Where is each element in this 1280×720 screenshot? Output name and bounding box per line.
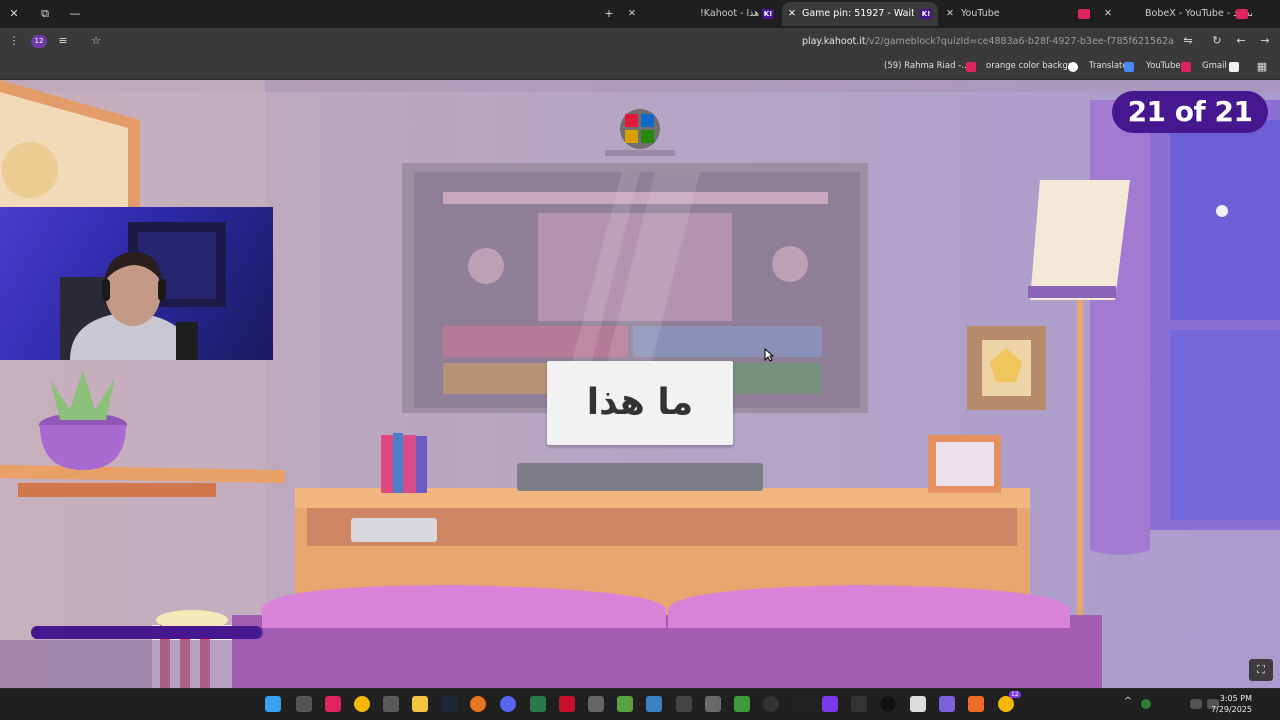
close-window-icon[interactable]: ✕	[6, 6, 22, 22]
minecraft-icon[interactable]	[617, 696, 633, 712]
store-icon[interactable]	[383, 696, 399, 712]
streamer-video	[60, 222, 226, 360]
extension-badge[interactable]: 12	[31, 35, 47, 48]
gmail-icon	[1229, 62, 1239, 72]
reload-icon[interactable]: ↻	[1209, 33, 1225, 49]
steam-icon[interactable]	[441, 696, 457, 712]
mouse-cursor-icon	[764, 348, 774, 362]
mic-icon[interactable]	[1141, 699, 1151, 709]
unreal-engine-icon[interactable]	[880, 696, 896, 712]
red-tile	[625, 114, 638, 127]
tab-strip: ✕ ⧉ — + ✕ !Kahoot - ما هذا K! ✕ Game pin…	[0, 0, 1280, 28]
youtube-icon	[1181, 62, 1191, 72]
app-icon[interactable]	[588, 696, 604, 712]
close-tab-icon[interactable]: ✕	[1102, 2, 1114, 26]
green-tile	[641, 130, 654, 143]
tab-bobex[interactable]: ✕ BobeX - YouTube - محمد	[1100, 2, 1252, 26]
windows-taskbar	[0, 688, 1280, 720]
app-icon[interactable]	[822, 696, 838, 712]
bookmark-gmail[interactable]: Gmail	[1202, 61, 1227, 71]
chrome-icon[interactable]	[354, 696, 370, 712]
app-icon[interactable]	[968, 696, 984, 712]
network-icon[interactable]	[1190, 699, 1202, 709]
close-tab-icon[interactable]: ✕	[786, 2, 798, 26]
app-icon[interactable]	[530, 696, 546, 712]
question-title: ما هذا	[547, 361, 733, 445]
question-counter: 21 of 21	[1112, 91, 1268, 133]
notif-badge: 12	[1009, 691, 1021, 698]
blue-tile	[641, 114, 654, 127]
app-icon[interactable]	[559, 696, 575, 712]
notepad-icon[interactable]	[910, 696, 926, 712]
windows-start-icon[interactable]	[265, 696, 281, 712]
app-icon[interactable]	[939, 696, 955, 712]
tab-youtube[interactable]: ✕ YouTube	[944, 2, 1094, 26]
close-tab-icon[interactable]: ✕	[626, 2, 638, 26]
obs-icon[interactable]	[763, 696, 779, 712]
task-view-icon[interactable]	[296, 696, 312, 712]
youtube-favicon-icon	[1236, 9, 1248, 19]
menu-kebab-icon[interactable]: ⋮	[6, 33, 22, 49]
app-icon[interactable]	[851, 696, 867, 712]
yellow-tile	[625, 130, 638, 143]
tab-title: YouTube	[961, 8, 1000, 19]
blender-icon[interactable]	[470, 696, 486, 712]
bookmark-rahma[interactable]: (59) Rahma Riad -...	[884, 61, 969, 71]
webcam-overlay	[0, 207, 273, 360]
translate-icon	[1124, 62, 1134, 72]
bookmark-youtube[interactable]: YouTube	[1146, 61, 1181, 71]
close-tab-icon[interactable]: ✕	[944, 2, 956, 26]
restore-window-icon[interactable]: ⧉	[37, 6, 53, 22]
new-tab-icon[interactable]: +	[601, 6, 617, 22]
tab-game-pin[interactable]: ✕ Game pin: 51927 - Waiting for K!	[782, 2, 938, 26]
bookmark-translate[interactable]: Translate	[1089, 61, 1128, 71]
bookmarks-bar	[0, 56, 1280, 80]
app-icon[interactable]	[705, 696, 721, 712]
chrome-active-icon[interactable]	[998, 696, 1014, 712]
app-icon[interactable]	[646, 696, 662, 712]
all-bookmarks-icon[interactable]: ▦	[1254, 59, 1270, 75]
system-clock[interactable]: 3:05 PM 7/29/2025	[1211, 693, 1252, 715]
tab-kahoot[interactable]: ✕ !Kahoot - ما هذا K!	[626, 2, 776, 26]
kahoot-logo-icon	[620, 109, 660, 149]
app-icon[interactable]	[676, 696, 692, 712]
bookmark-orange-color[interactable]: orange color backgr...	[986, 61, 1079, 71]
url-text[interactable]: play.kahoot.it/v2/gameblock?quizId=ce488…	[802, 36, 1174, 47]
tiktok-icon[interactable]	[325, 696, 341, 712]
minimize-icon[interactable]: —	[67, 6, 83, 22]
file-explorer-icon[interactable]	[412, 696, 428, 712]
discord-icon[interactable]	[500, 696, 516, 712]
site-settings-icon[interactable]: ⇋	[1180, 33, 1196, 49]
tray-chevron-icon[interactable]: ^	[1120, 696, 1136, 712]
tab-title: !Kahoot - ما هذا	[700, 8, 771, 19]
back-icon[interactable]: ←	[1233, 33, 1249, 49]
media-control-icon[interactable]: ≡	[55, 33, 71, 49]
epic-games-icon[interactable]	[793, 696, 809, 712]
forward-icon[interactable]: →	[1257, 33, 1273, 49]
fullscreen-button[interactable]: ⛶	[1249, 659, 1273, 681]
google-icon	[1068, 62, 1078, 72]
kahoot-favicon-icon: K!	[762, 9, 774, 19]
youtube-favicon-icon	[1078, 9, 1090, 19]
timer-progress-bar	[31, 626, 261, 639]
kahoot-favicon-icon: K!	[920, 9, 932, 19]
tab-title: Game pin: 51927 - Waiting for	[802, 8, 914, 19]
youtube-icon	[966, 62, 976, 72]
app-icon[interactable]	[734, 696, 750, 712]
